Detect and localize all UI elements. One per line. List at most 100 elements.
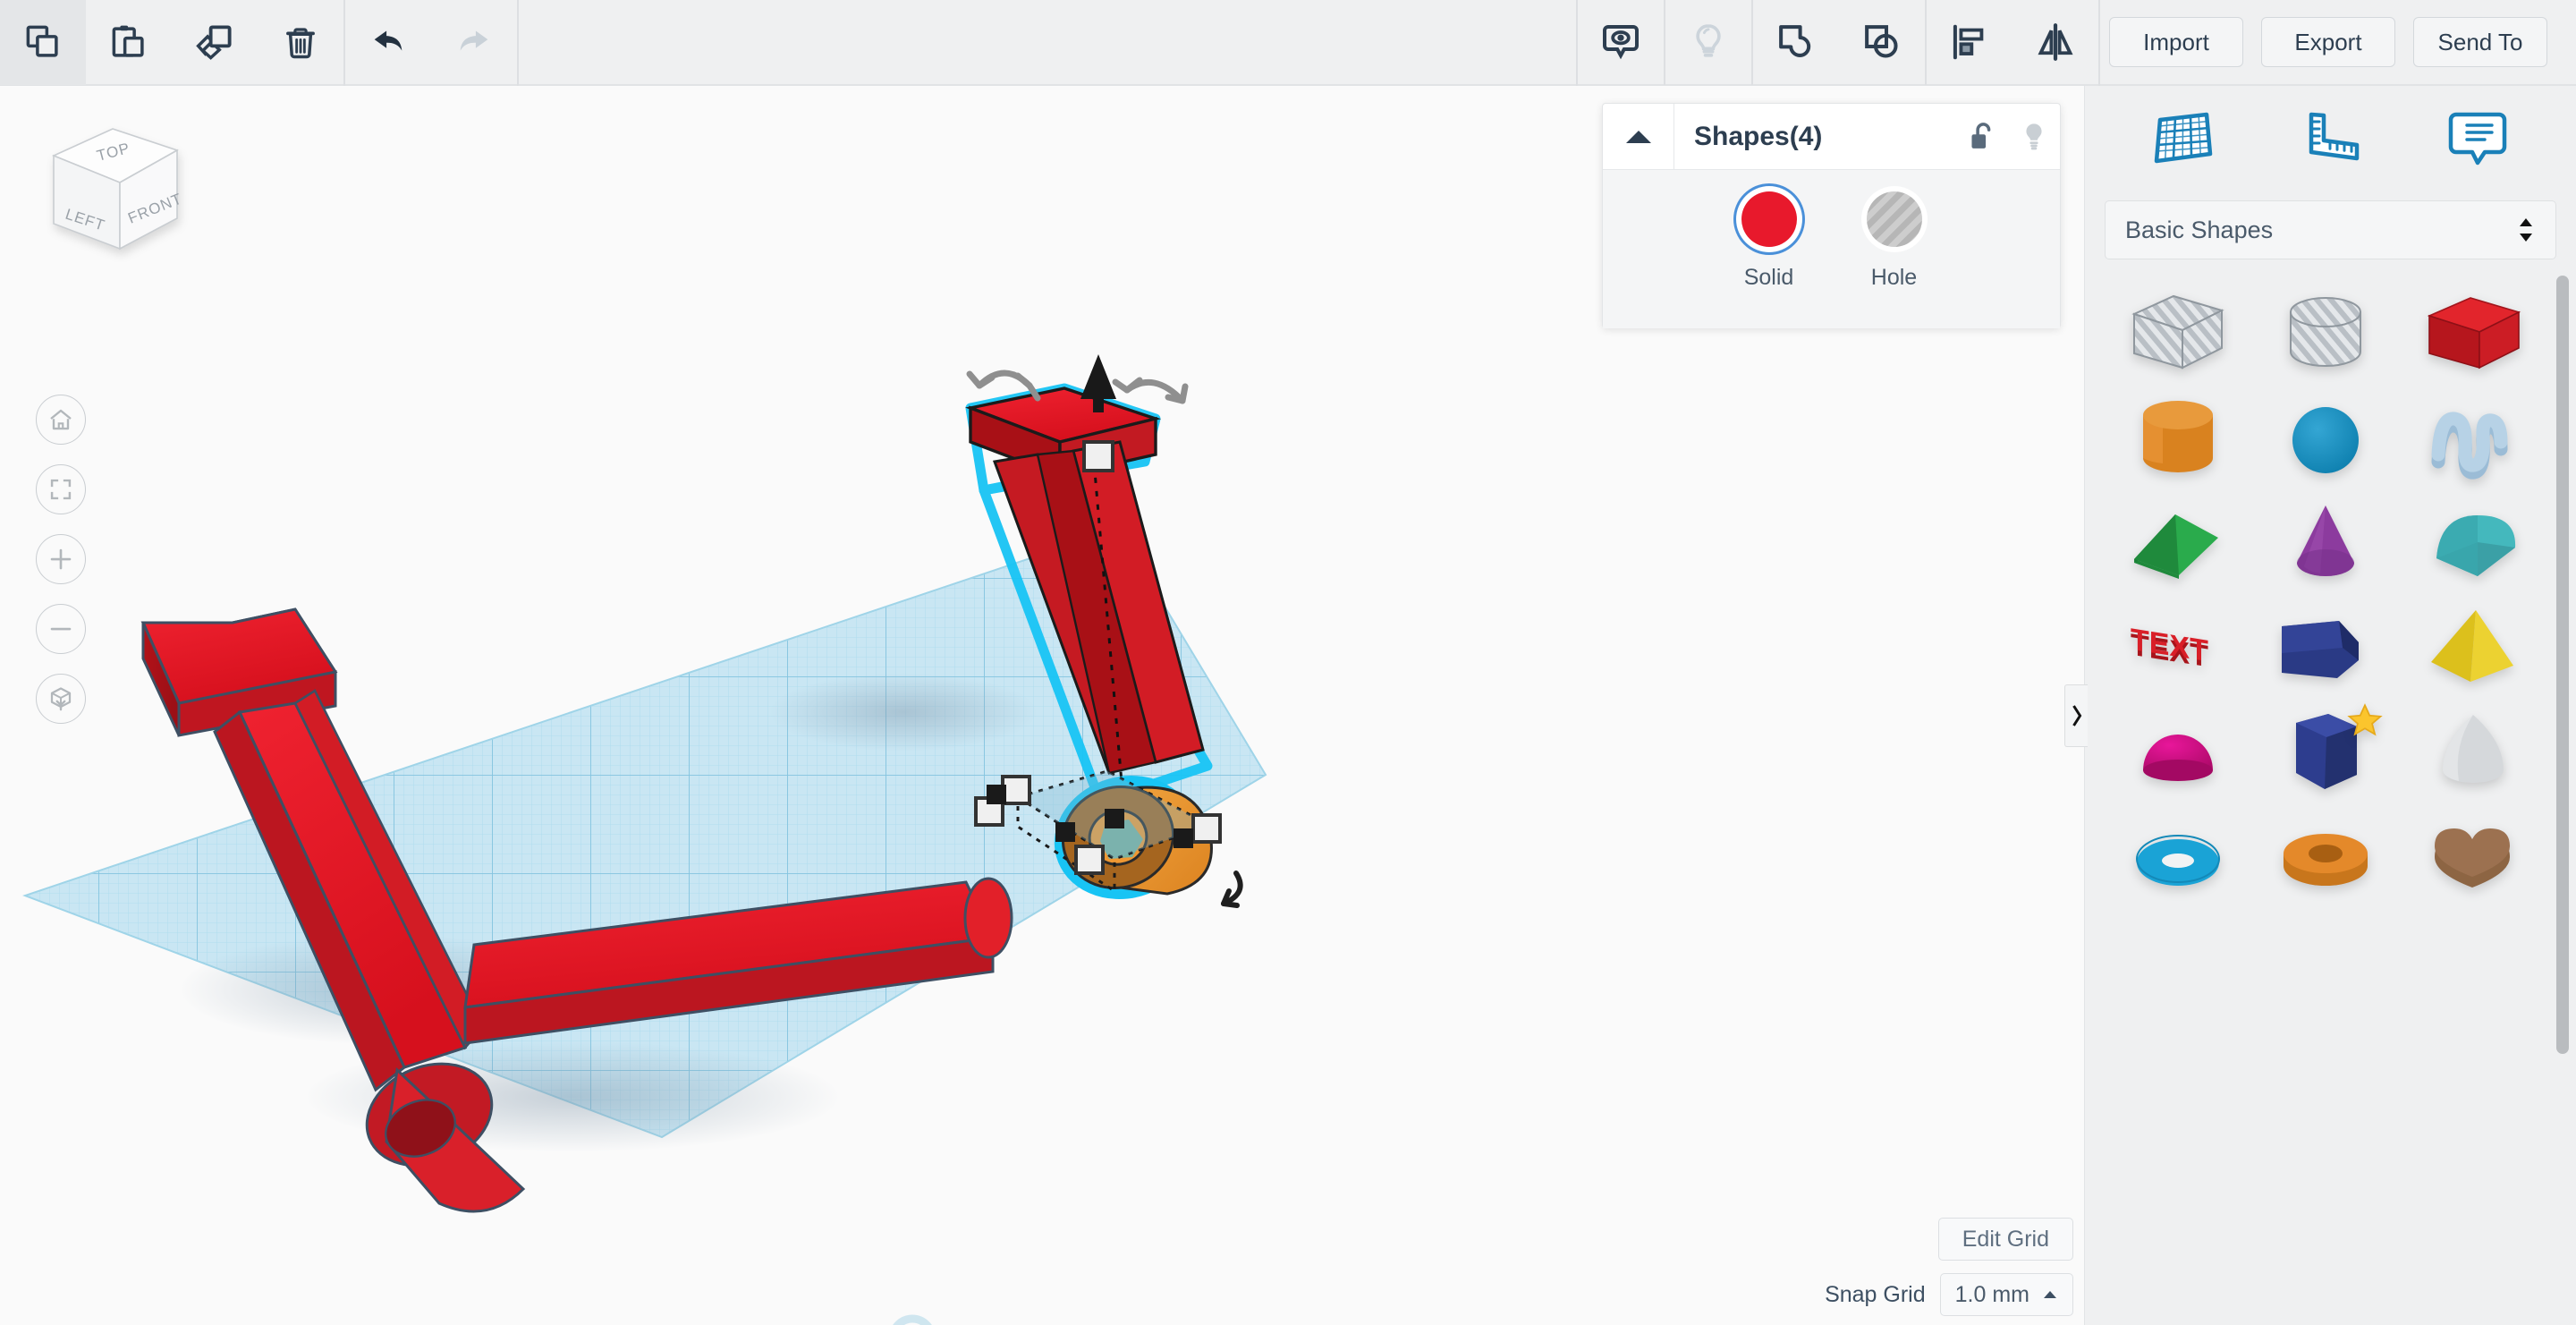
triangle-up-icon [2042,1288,2058,1301]
tab-notes[interactable] [2428,98,2527,180]
shapes-panel-collapse-button[interactable] [1603,104,1674,170]
ungroup-button[interactable] [1839,0,1925,85]
hole-color-swatch[interactable] [1867,191,1922,247]
show-hide-button[interactable] [1578,0,1664,85]
group-button[interactable] [1753,0,1839,85]
view-cube[interactable]: TOP LEFT FRONT [34,113,195,265]
shape-paraboloid[interactable] [2406,703,2540,802]
mirror-icon [2035,21,2076,63]
shape-dome[interactable] [2111,703,2245,802]
snap-grid-row: Snap Grid 1.0 mm [1825,1273,2073,1316]
eye-pin-icon [1599,21,1642,64]
export-button[interactable]: Export [2261,17,2395,67]
star-icon [2346,701,2384,739]
triangle-up-icon [1622,125,1656,149]
mirror-button[interactable] [2012,0,2098,85]
snap-grid-label: Snap Grid [1825,1282,1926,1308]
ruler-icon [2298,109,2362,168]
shadow-selected-arm [769,673,1038,752]
redo-arrow-icon [453,21,495,63]
copy-icon [24,23,62,61]
top-toolbar: Import Export Send To [0,0,2576,86]
workplane-grid-icon [2151,109,2216,168]
rotate-handle-bottom[interactable] [1224,873,1241,905]
shapes-sidebar: Basic Shapes [2084,86,2576,1325]
undo-button[interactable] [345,0,431,85]
highlight-button [1665,0,1751,85]
snap-grid-select[interactable]: 1.0 mm [1940,1273,2073,1316]
tab-ruler[interactable] [2281,98,2379,180]
shape-box[interactable] [2406,285,2540,383]
updown-caret-icon [2516,215,2536,245]
shape-text[interactable]: TEXT TEXT [2111,599,2245,697]
object-tools-group [1578,0,2098,84]
shape-sphere[interactable] [2258,389,2393,488]
home-view-button[interactable] [36,395,86,445]
lightbulb-icon [2019,120,2049,154]
shapes-panel-header: Shapes(4) [1603,104,2060,170]
shape-half-cylinder[interactable] [2406,494,2540,592]
tinkercad-editor: Import Export Send To [0,0,2576,1325]
align-button[interactable] [1927,0,2012,85]
duplicate-button[interactable] [172,0,258,85]
workplane-watermark [893,1319,943,1325]
solid-swatch-label: Solid [1744,265,1794,291]
shapes-library-grid[interactable]: TEXT TEXT [2085,265,2576,1325]
shape-cylinder-hole[interactable] [2258,285,2393,383]
action-buttons-group: Import Export Send To [2100,0,2576,84]
shape-cylinder[interactable] [2111,389,2245,488]
zoom-out-button[interactable] [36,604,86,654]
solid-color-swatch[interactable] [1741,191,1797,247]
shape-category-label: Basic Shapes [2125,217,2516,244]
edit-grid-button[interactable]: Edit Grid [1938,1218,2073,1261]
plus-icon [47,546,74,573]
shape-scribble[interactable] [2406,389,2540,488]
hole-swatch-option[interactable]: Hole [1867,191,1922,291]
note-callout-icon [2445,109,2510,168]
tab-workplane[interactable] [2134,98,2233,180]
paste-button[interactable] [86,0,172,85]
cube-arrow-icon [47,685,74,712]
lightbulb-icon [1688,21,1729,63]
shapes-panel-body: Solid Hole [1603,170,2060,328]
shape-category-select[interactable]: Basic Shapes [2105,200,2556,259]
sidebar-tabs [2085,86,2576,191]
zoom-in-button[interactable] [36,534,86,584]
solid-swatch-option[interactable]: Solid [1741,191,1797,291]
edit-tools-group [0,0,343,84]
shapes-inspector-panel: Shapes(4) Solid Hole [1602,103,2061,328]
send-to-button[interactable]: Send To [2413,17,2547,67]
trash-icon [282,23,319,61]
history-tools-group [345,0,517,84]
copy-button[interactable] [0,0,86,85]
shape-box-hole[interactable] [2111,285,2245,383]
delete-button[interactable] [258,0,343,85]
unlock-icon [1967,120,1997,154]
projection-toggle-button[interactable] [36,674,86,724]
sidebar-scrollbar[interactable] [2556,276,2569,1054]
shape-heart[interactable] [2406,808,2540,906]
minus-icon [47,616,74,642]
fit-view-button[interactable] [36,464,86,514]
shape-roof[interactable] [2111,494,2245,592]
lock-toggle-button[interactable] [1956,104,2008,170]
shapes-panel-title: Shapes(4) [1694,122,1956,152]
home-icon [47,406,74,433]
shape-torus[interactable] [2111,808,2245,906]
chevron-right-icon [2071,703,2083,728]
shape-pyramid[interactable] [2406,599,2540,697]
align-icon [1949,21,1990,63]
hole-swatch-label: Hole [1871,265,1917,291]
sidebar-collapse-tab[interactable] [2064,684,2088,747]
resize-handle-top[interactable] [1084,442,1113,471]
shape-polygon[interactable] [2258,703,2393,802]
redo-button [431,0,517,85]
rotate-handle-right[interactable] [1115,380,1185,401]
fit-brackets-icon [48,477,73,502]
shape-cone[interactable] [2258,494,2393,592]
highlight-toggle-button[interactable] [2008,104,2060,170]
shape-tube[interactable] [2258,808,2393,906]
shape-wedge[interactable] [2258,599,2393,697]
import-button[interactable]: Import [2109,17,2243,67]
duplicate-icon [196,23,233,61]
